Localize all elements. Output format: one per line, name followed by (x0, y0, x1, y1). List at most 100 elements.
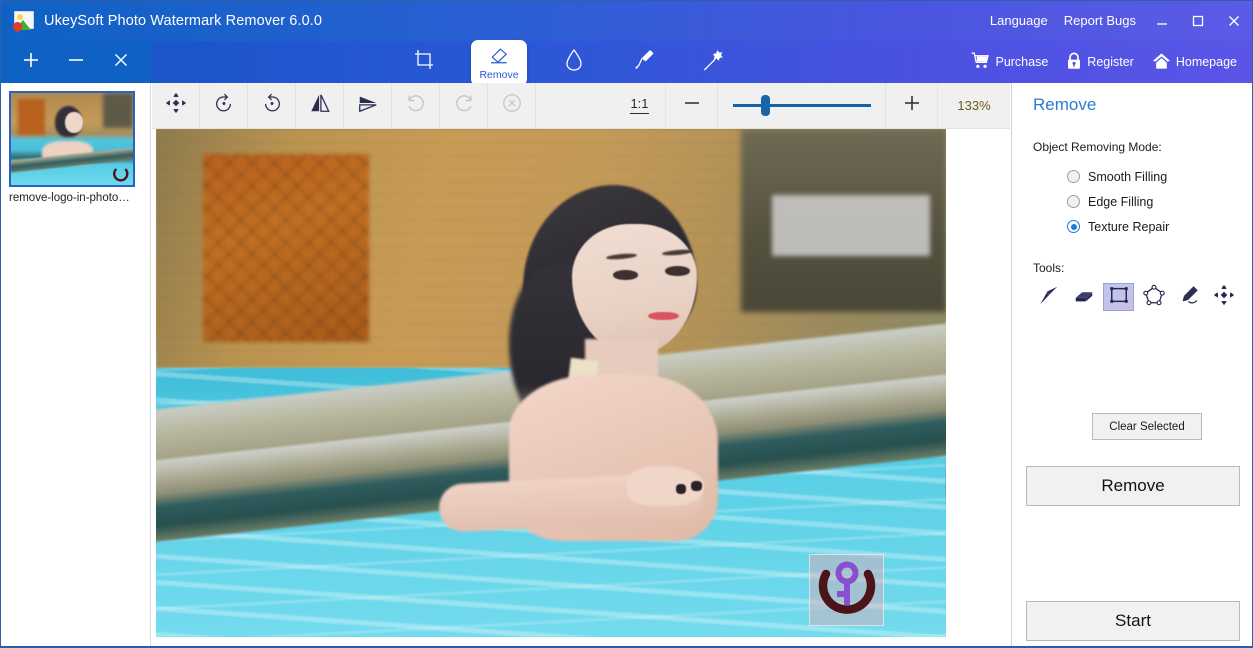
add-photo-button[interactable] (16, 47, 46, 77)
photo-image[interactable] (156, 129, 946, 637)
minimize-button[interactable] (1144, 1, 1180, 41)
toolbar-right-links: Purchase Register Homepage (962, 41, 1246, 83)
polygon-select-icon (1142, 284, 1165, 311)
register-link[interactable]: Register (1057, 47, 1143, 77)
radio-button[interactable] (1067, 170, 1080, 183)
tool-eraser[interactable] (1068, 283, 1099, 311)
radio-label: Texture Repair (1088, 219, 1170, 234)
tool-remove-label: Remove (479, 68, 519, 81)
maximize-icon (1191, 14, 1205, 28)
shopping-cart-icon (971, 52, 990, 72)
clear-selected-button[interactable]: Clear Selected (1092, 413, 1202, 440)
tools-label: Tools: (1033, 261, 1065, 275)
undo-button[interactable] (392, 82, 440, 129)
pen-lasso-icon (1178, 284, 1200, 311)
purchase-label: Purchase (995, 55, 1049, 69)
redo-icon (453, 92, 475, 119)
title-bar: UkeySoft Photo Watermark Remover 6.0.0 L… (1, 1, 1252, 41)
minus-icon (67, 51, 85, 74)
homepage-label: Homepage (1175, 55, 1237, 69)
title-bar-actions: Language Report Bugs (982, 1, 1252, 41)
list-item-label: remove-logo-in-photo… (9, 192, 130, 204)
photo-wood-panel (203, 154, 370, 343)
clear-all-button[interactable] (106, 47, 136, 77)
flip-horizontal-icon (309, 92, 331, 119)
photo-person (433, 184, 781, 581)
tool-remove[interactable]: Remove (471, 40, 527, 86)
radio-edge-filling[interactable]: Edge Filling (1067, 189, 1252, 214)
list-item[interactable]: remove-logo-in-photo… (1, 83, 150, 204)
tool-lasso-pen[interactable] (1173, 283, 1204, 311)
reset-button[interactable] (488, 82, 536, 129)
application-window: UkeySoft Photo Watermark Remover 6.0.0 L… (0, 0, 1253, 648)
purchase-link[interactable]: Purchase (962, 47, 1057, 77)
register-label: Register (1087, 55, 1134, 69)
radio-button[interactable] (1067, 220, 1080, 233)
radio-label: Edge Filling (1088, 194, 1154, 209)
minimize-icon (1155, 14, 1169, 28)
app-photo-icon (11, 11, 35, 33)
window-title: UkeySoft Photo Watermark Remover 6.0.0 (44, 13, 323, 29)
object-removing-mode-label: Object Removing Mode: (1033, 140, 1162, 154)
move-icon (165, 92, 187, 119)
panel-title: Remove (1033, 95, 1097, 114)
rotate-right-icon (261, 92, 283, 119)
rotate-right-button[interactable] (248, 82, 296, 129)
close-button[interactable] (1216, 1, 1252, 41)
close-icon (1227, 14, 1241, 28)
minus-icon (682, 93, 702, 118)
pan-move-button[interactable] (152, 82, 200, 129)
reset-circle-x-icon (501, 92, 523, 119)
tool-retouch[interactable] (551, 45, 597, 79)
tool-move[interactable] (1208, 283, 1239, 311)
fit-one-to-one-button[interactable]: 1:1 (614, 82, 666, 129)
language-menu[interactable]: Language (982, 1, 1056, 41)
image-canvas[interactable] (152, 129, 1010, 647)
zoom-slider-handle[interactable] (760, 95, 770, 116)
canvas-toolbar-spacer (536, 83, 614, 129)
plus-icon (22, 51, 40, 74)
radio-texture-repair[interactable]: Texture Repair (1067, 214, 1252, 239)
fit-one-to-one-label: 1:1 (630, 97, 649, 114)
radio-smooth-filling[interactable]: Smooth Filling (1067, 164, 1252, 189)
tool-brush[interactable] (1033, 283, 1064, 311)
plus-icon (902, 93, 922, 118)
zoom-in-button[interactable] (886, 82, 938, 129)
remove-button[interactable]: Remove (1026, 466, 1240, 506)
zoom-out-button[interactable] (666, 82, 718, 129)
watermark-logo (813, 557, 881, 623)
tool-rectangle-select[interactable] (1103, 283, 1134, 311)
remove-options-panel: Remove Object Removing Mode: Smooth Fill… (1011, 83, 1252, 647)
tool-magic-wand[interactable] (691, 45, 737, 79)
tool-brush[interactable] (621, 45, 667, 79)
file-list-panel: remove-logo-in-photo… (1, 83, 151, 647)
close-icon (112, 51, 130, 74)
move-icon (1213, 284, 1235, 311)
tools-row (1012, 275, 1252, 311)
editor-mode-tabs: Remove (401, 40, 737, 86)
water-drop-icon (564, 48, 584, 77)
tool-polygon-select[interactable] (1138, 283, 1169, 311)
thumbnail-image[interactable] (9, 91, 135, 187)
window-bottom-border (1, 646, 1252, 647)
rotate-left-button[interactable] (200, 82, 248, 129)
home-icon (1152, 52, 1171, 73)
remove-photo-button[interactable] (61, 47, 91, 77)
tool-crop[interactable] (401, 45, 447, 79)
object-removing-mode-group: Smooth Filling Edge Filling Texture Repa… (1012, 154, 1252, 239)
maximize-button[interactable] (1180, 1, 1216, 41)
eraser-icon (1073, 284, 1095, 311)
redo-button[interactable] (440, 82, 488, 129)
radio-label: Smooth Filling (1088, 169, 1168, 184)
crop-icon (413, 49, 435, 76)
report-bugs-link[interactable]: Report Bugs (1056, 1, 1144, 41)
flip-horizontal-button[interactable] (296, 82, 344, 129)
radio-button[interactable] (1067, 195, 1080, 208)
zoom-slider[interactable] (718, 82, 886, 129)
homepage-link[interactable]: Homepage (1143, 47, 1246, 77)
lock-icon (1066, 52, 1082, 73)
zoom-percent-label: 133% (957, 98, 991, 113)
start-button[interactable]: Start (1026, 601, 1240, 641)
canvas-toolbar: 1:1 133% (152, 82, 1010, 129)
flip-vertical-button[interactable] (344, 82, 392, 129)
